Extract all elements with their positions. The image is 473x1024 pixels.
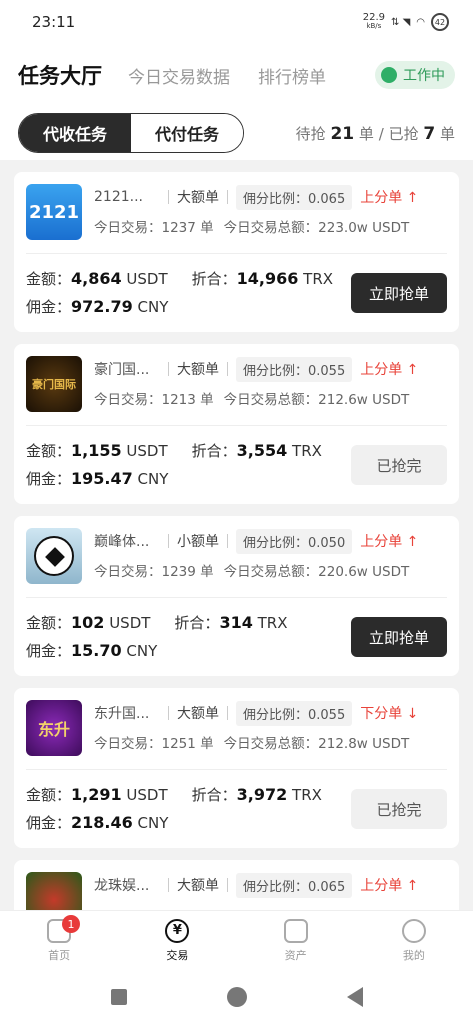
soccer-ball-icon	[34, 536, 74, 576]
sold-out-button[interactable]: 已抢完	[351, 789, 447, 829]
task-card: 豪门国际 豪门国... 大额单 佣分比例：0.055 上分单 ↑ 今日交易：12…	[14, 344, 459, 504]
commission-value: 218.46	[71, 813, 133, 832]
commission-ratio: 佣分比例：0.050	[236, 528, 353, 554]
back-icon[interactable]	[346, 987, 363, 1007]
order-direction: 下分单 ↓	[360, 706, 419, 722]
user-icon	[401, 918, 426, 943]
work-status-toggle[interactable]: 工作中	[375, 61, 455, 89]
status-dot-icon	[381, 67, 397, 83]
commission-value: 195.47	[71, 469, 133, 488]
taken-count: 7	[423, 123, 436, 144]
platform-logo	[26, 528, 82, 584]
order-size: 大额单	[177, 362, 219, 378]
platform-logo	[26, 872, 82, 910]
amount-value: 4,864	[71, 269, 122, 288]
order-size: 大额单	[177, 878, 219, 894]
convert-value: 314	[219, 613, 253, 632]
wallet-icon	[283, 918, 308, 943]
task-card: 东升 东升国... 大额单 佣分比例：0.055 下分单 ↓ 今日交易：1251…	[14, 688, 459, 848]
battery-icon: 42	[431, 13, 449, 31]
bottom-tab-bar: 1 首页 ¥ 交易 资产 我的	[0, 910, 473, 970]
home-nav-icon[interactable]	[226, 987, 247, 1007]
order-size: 大额单	[177, 706, 219, 722]
status-icons: 22.9 kB/s ⇅ ◥ ◠ 42	[363, 13, 449, 31]
platform-logo: 豪门国际	[26, 356, 82, 412]
tab-ranking[interactable]: 排行榜单	[258, 63, 326, 88]
today-total: 今日交易总额：220.6w USDT	[223, 564, 410, 580]
today-total: 今日交易总额：212.6w USDT	[223, 392, 410, 408]
work-status-label: 工作中	[403, 68, 445, 84]
platform-name: 龙珠娱...	[94, 878, 150, 894]
platform-name: 东升国...	[94, 706, 150, 722]
commission-ratio: 佣分比例：0.055	[236, 700, 353, 726]
network-speed: 22.9 kB/s	[362, 12, 386, 31]
top-header: 任务大厅 今日交易数据 排行榜单 工作中	[0, 44, 473, 106]
segment-collect[interactable]: 代收任务	[19, 114, 131, 152]
amount-value: 102	[71, 613, 105, 632]
convert-value: 3,554	[236, 441, 288, 460]
yen-icon: ¥	[165, 918, 190, 943]
commission-value: 15.70	[71, 641, 122, 660]
wifi-icon: ◠	[416, 16, 425, 28]
today-count: 今日交易：1251 单	[94, 736, 214, 752]
amount-value: 1,291	[71, 785, 122, 804]
tab-mine[interactable]: 我的	[355, 911, 473, 970]
convert-value: 3,972	[236, 785, 288, 804]
platform-name: 豪门国...	[94, 362, 150, 378]
order-direction: 上分单 ↑	[360, 190, 419, 206]
grab-order-button[interactable]: 立即抢单	[351, 273, 447, 313]
order-direction: 上分单 ↑	[360, 362, 419, 378]
today-total: 今日交易总额：223.0w USDT	[223, 220, 410, 236]
order-counts: 待抢 21 单 / 已抢 7 单	[295, 123, 455, 144]
platform-logo: 东升	[26, 700, 82, 756]
today-count: 今日交易：1213 单	[94, 392, 214, 408]
notification-badge: 1	[62, 915, 80, 933]
status-bar: 23:11 22.9 kB/s ⇅ ◥ ◠ 42	[0, 0, 473, 44]
commission-ratio: 佣分比例：0.055	[236, 356, 353, 382]
today-count: 今日交易：1239 单	[94, 564, 214, 580]
today-total: 今日交易总额：212.8w USDT	[223, 736, 410, 752]
order-size: 大额单	[177, 190, 219, 206]
pending-count: 21	[330, 123, 355, 144]
tab-trade[interactable]: ¥ 交易	[118, 911, 236, 970]
task-type-bar: 代收任务 代付任务 待抢 21 单 / 已抢 7 单	[0, 106, 473, 160]
platform-name: 巅峰体...	[94, 534, 150, 550]
grab-order-button[interactable]: 立即抢单	[351, 617, 447, 657]
sold-out-button[interactable]: 已抢完	[351, 445, 447, 485]
status-time: 23:11	[32, 13, 76, 31]
platform-name: 2121...	[94, 189, 143, 205]
signal-icon: ⇅ ◥	[391, 16, 411, 28]
recent-apps-icon[interactable]	[110, 989, 127, 1005]
task-type-switch: 代收任务 代付任务	[18, 113, 244, 153]
task-card: 巅峰体... 小额单 佣分比例：0.050 上分单 ↑ 今日交易：1239 单今…	[14, 516, 459, 676]
convert-value: 14,966	[236, 269, 299, 288]
task-card: 2121 2121... 大额单 佣分比例：0.065 上分单 ↑ 今日交易：1…	[14, 172, 459, 332]
amount-value: 1,155	[71, 441, 122, 460]
commission-value: 972.79	[71, 297, 133, 316]
task-card: 龙珠娱... 大额单 佣分比例：0.065 上分单 ↑	[14, 860, 459, 910]
commission-ratio: 佣分比例：0.065	[236, 184, 353, 210]
task-list[interactable]: 2121 2121... 大额单 佣分比例：0.065 上分单 ↑ 今日交易：1…	[14, 172, 459, 910]
order-size: 小额单	[177, 534, 219, 550]
commission-ratio: 佣分比例：0.065	[236, 872, 353, 898]
order-direction: 上分单 ↑	[360, 878, 419, 894]
system-nav-bar	[0, 970, 473, 1024]
tab-today-data[interactable]: 今日交易数据	[128, 63, 230, 88]
segment-pay[interactable]: 代付任务	[131, 114, 243, 152]
order-direction: 上分单 ↑	[360, 534, 419, 550]
today-count: 今日交易：1237 单	[94, 220, 214, 236]
tab-home[interactable]: 1 首页	[0, 911, 118, 970]
tab-assets[interactable]: 资产	[237, 911, 355, 970]
page-title[interactable]: 任务大厅	[18, 60, 102, 90]
platform-logo: 2121	[26, 184, 82, 240]
